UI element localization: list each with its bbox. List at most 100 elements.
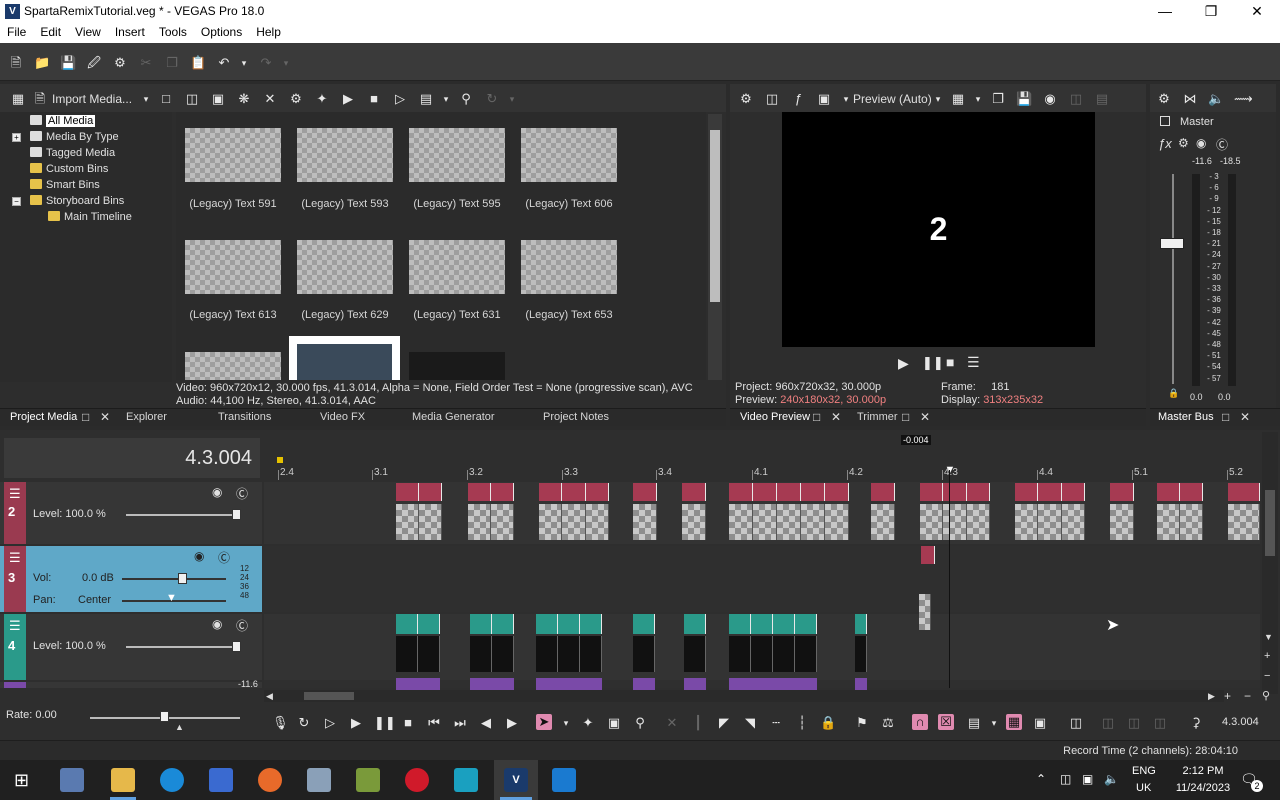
tab-explorer[interactable]: Explorer	[126, 411, 167, 423]
refresh-dropdown-icon[interactable]: ▾	[504, 91, 520, 107]
minimize-icon[interactable]: —	[1142, 0, 1188, 23]
media-thumbnail[interactable]	[297, 240, 393, 294]
store-icon[interactable]	[209, 768, 233, 792]
solo-icon[interactable]: Ⓒ	[218, 549, 230, 566]
monitor-icon[interactable]: ▣	[1082, 772, 1093, 786]
tab-project-media[interactable]: Project Media	[10, 411, 77, 423]
track-2-header[interactable]: ☰ 2 ◉ Ⓒ Level: 100.0 %	[0, 482, 262, 544]
scroll-right-icon[interactable]: ▶	[1208, 691, 1215, 702]
collapse-icon[interactable]: −	[12, 197, 21, 206]
restore-icon[interactable]: ❐	[1188, 0, 1234, 23]
video-event-header[interactable]	[801, 483, 825, 501]
language-indicator[interactable]: ENG	[1132, 765, 1156, 777]
media-thumbnail[interactable]	[297, 128, 393, 182]
media-thumbnail[interactable]	[409, 240, 505, 294]
menu-file[interactable]: File	[0, 23, 33, 43]
tab-project-notes[interactable]: Project Notes	[543, 411, 609, 423]
zoom-tool-icon[interactable]: ⚲	[632, 715, 648, 731]
video-event[interactable]	[773, 636, 795, 672]
scrollbar-thumb[interactable]	[304, 692, 354, 700]
volume-icon[interactable]: 🔈	[1104, 772, 1119, 786]
mixer-icon[interactable]: ⟿	[1234, 91, 1253, 107]
video-event-header[interactable]	[729, 483, 753, 501]
undock-icon[interactable]: □	[813, 410, 820, 424]
preview-quality-select[interactable]: Preview (Auto)	[853, 92, 932, 106]
vegas-taskbar-active[interactable]: V	[494, 760, 538, 800]
video-event-next-track[interactable]	[729, 678, 751, 690]
video-event[interactable]	[729, 504, 753, 540]
video-event[interactable]	[855, 636, 867, 672]
clock-time[interactable]: 2:12 PM	[1172, 765, 1234, 777]
zoom-out-icon[interactable]: −	[1244, 689, 1251, 703]
save-snapshot-icon[interactable]: 💾	[1016, 91, 1032, 107]
taskbar-app-icon[interactable]	[454, 768, 478, 792]
media-thumbnail[interactable]	[521, 240, 617, 294]
snapping-icon[interactable]: ∩	[912, 714, 928, 730]
video-event[interactable]	[682, 504, 706, 540]
loop-playback-icon[interactable]: ↻	[296, 715, 312, 731]
volume-slider-thumb[interactable]	[178, 573, 187, 584]
media-thumbnail-selected[interactable]	[289, 336, 400, 380]
undo-icon[interactable]: ↶	[216, 55, 232, 71]
remove-icon[interactable]: ✕	[262, 91, 278, 107]
cursor-time[interactable]: 4.3.004	[185, 447, 252, 470]
video-event[interactable]	[1228, 504, 1260, 540]
video-event-header[interactable]	[751, 614, 773, 634]
previous-frame-icon[interactable]: ◀	[478, 715, 494, 731]
menu-insert[interactable]: Insert	[108, 23, 152, 43]
edge-browser-icon[interactable]	[160, 768, 184, 792]
video-event[interactable]	[943, 504, 967, 540]
menu-options[interactable]: Options	[194, 23, 249, 43]
expand-icon[interactable]: +	[12, 133, 21, 142]
video-event-header[interactable]	[491, 483, 514, 501]
video-event-next-track[interactable]	[751, 678, 773, 690]
video-event-header[interactable]	[855, 614, 867, 634]
properties-gear-icon[interactable]: ⚙	[112, 55, 128, 71]
tree-storyboard-bins[interactable]: Storyboard Bins	[30, 194, 124, 209]
close-icon[interactable]: ✕	[1234, 0, 1280, 23]
media-thumbnail[interactable]	[185, 352, 281, 380]
preview-stop-icon[interactable]: ■	[946, 354, 954, 370]
pause-icon[interactable]: ❚❚	[374, 715, 396, 731]
media-thumbnail[interactable]	[185, 240, 281, 294]
video-event[interactable]	[684, 636, 706, 672]
video-event[interactable]	[753, 504, 777, 540]
tree-main-timeline[interactable]: Main Timeline	[48, 210, 132, 225]
undock-icon[interactable]: □	[902, 410, 909, 424]
normal-edit-tool-icon[interactable]: ➤	[536, 714, 552, 730]
trim-start-icon[interactable]: ◤	[716, 715, 732, 731]
track-3-header[interactable]: ☰ 3 ◉ Ⓒ Vol: 0.0 dB Pan: Center ▼ 12 24 …	[0, 546, 262, 612]
video-event[interactable]	[562, 504, 586, 540]
redo-dropdown-icon[interactable]: ▾	[278, 55, 294, 71]
view-dropdown-icon[interactable]: ▾	[438, 91, 454, 107]
track-menu-icon[interactable]: ☰	[9, 618, 21, 634]
import-dropdown-icon[interactable]: ▾	[138, 91, 154, 107]
opera-icon[interactable]	[405, 768, 429, 792]
next-frame-icon[interactable]: ▶	[504, 715, 520, 731]
audio-event-thumb[interactable]	[919, 594, 931, 630]
ripple-edit-icon[interactable]: ▤	[966, 715, 982, 731]
video-event-next-track[interactable]	[580, 678, 602, 690]
media-thumbnail[interactable]	[185, 128, 281, 182]
undock-icon[interactable]: □	[1222, 410, 1229, 424]
scroll-down-icon[interactable]: ▼	[1264, 632, 1273, 642]
video-event-header[interactable]	[1061, 483, 1085, 501]
undo-dropdown-icon[interactable]: ▾	[236, 55, 252, 71]
video-event-header[interactable]	[396, 483, 419, 501]
stop-icon[interactable]: ■	[400, 715, 416, 731]
tree-tagged-media[interactable]: Tagged Media	[30, 146, 115, 161]
vscode-icon[interactable]	[552, 768, 576, 792]
video-event-header[interactable]	[419, 483, 442, 501]
edit-tool-dropdown-icon[interactable]: ▾	[558, 715, 574, 731]
video-event-next-track[interactable]	[633, 678, 655, 690]
tab-video-preview[interactable]: Video Preview	[740, 411, 810, 423]
master-fx-icon[interactable]: ƒx	[1158, 136, 1172, 151]
ripple-dropdown-icon[interactable]: ▾	[986, 715, 1002, 731]
video-event[interactable]	[920, 504, 944, 540]
solo-icon[interactable]: Ⓒ	[236, 485, 248, 502]
rate-slider-thumb[interactable]	[160, 711, 169, 722]
paste-icon[interactable]: 📋	[190, 55, 206, 71]
video-event[interactable]	[558, 636, 580, 672]
new-file-icon[interactable]: 🗎	[8, 55, 24, 71]
solo-icon[interactable]: Ⓒ	[1216, 136, 1228, 153]
